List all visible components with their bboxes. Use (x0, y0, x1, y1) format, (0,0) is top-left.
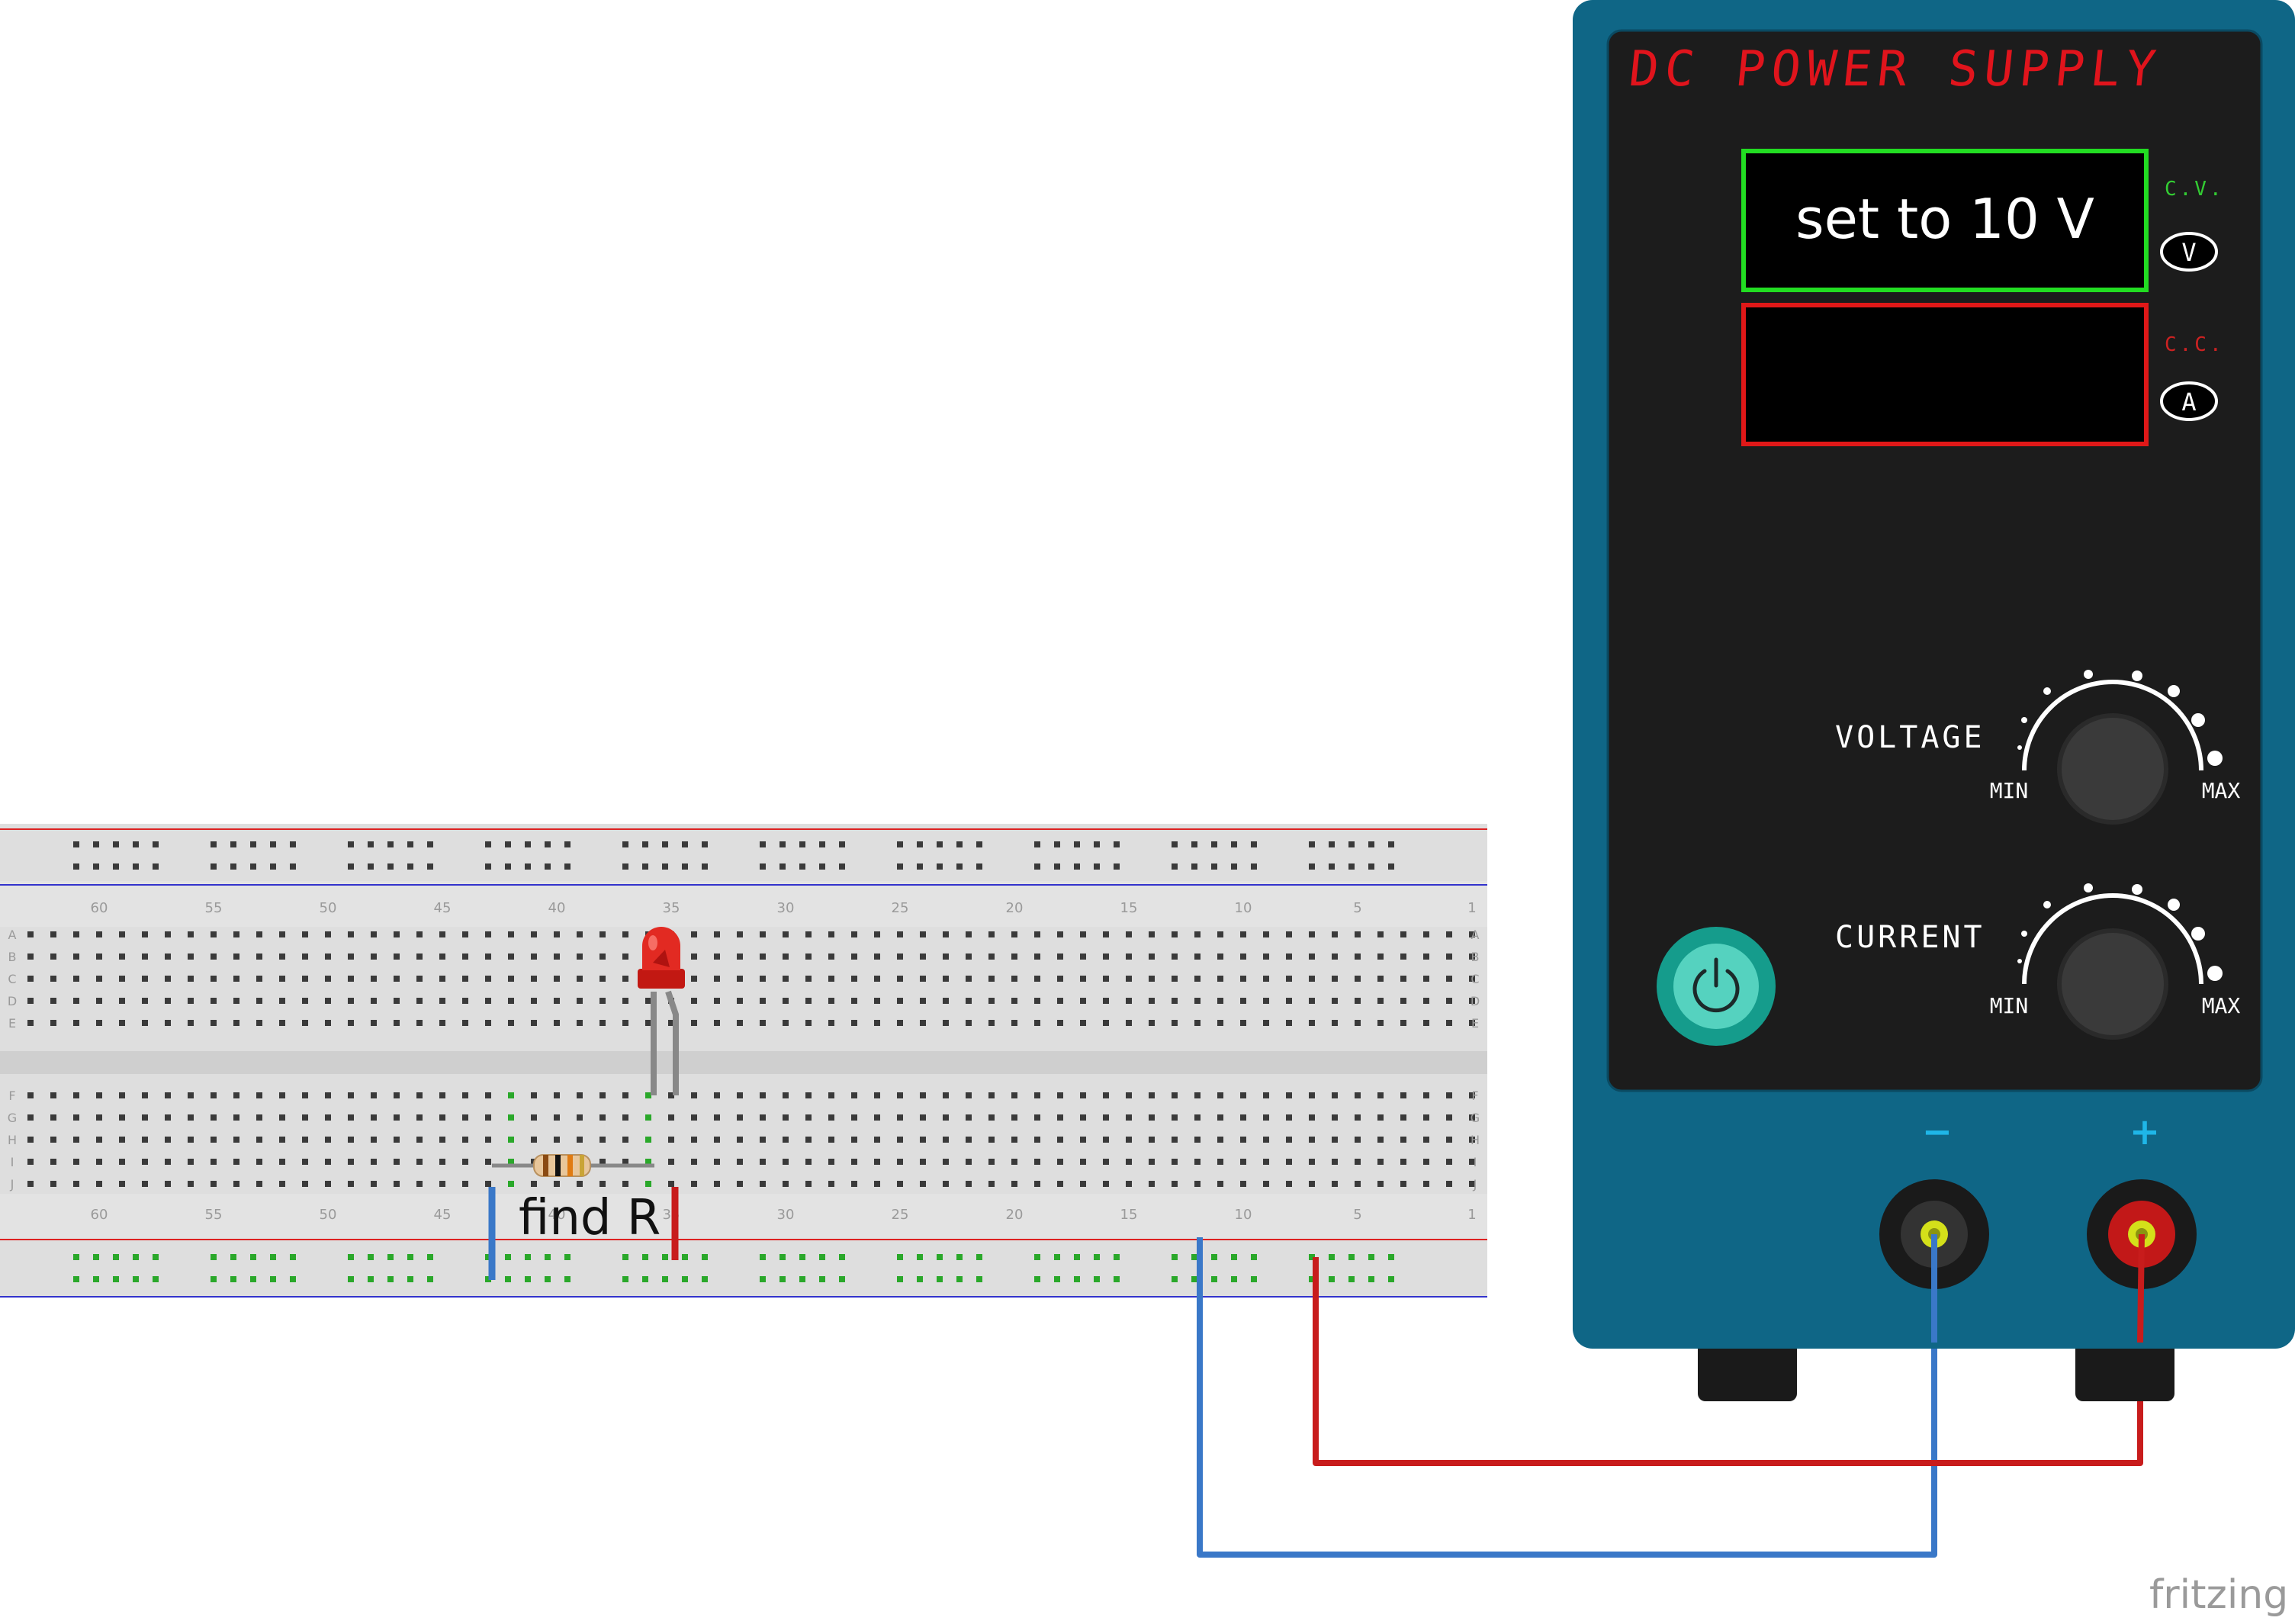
column-number: 55 (205, 900, 223, 916)
row-letter: F (8, 1089, 15, 1103)
positive-wire-terminal-segment (2137, 1233, 2145, 1343)
column-number: 25 (892, 1207, 909, 1223)
row-letter: J (10, 1177, 14, 1191)
row-letter: B (8, 950, 17, 964)
column-number: 60 (91, 900, 108, 916)
resistor-band-3 (567, 1155, 573, 1176)
row-letter: A (8, 928, 17, 942)
row-letter: J (1473, 1177, 1477, 1191)
fritzing-watermark: fritzing (2149, 1572, 2288, 1618)
led-rim (638, 969, 685, 989)
negative-terminal-label: − (1922, 1111, 1953, 1153)
v-button-label: V (2181, 238, 2196, 267)
row-letter: F (1471, 1089, 1478, 1103)
column-number: 10 (1235, 1207, 1252, 1223)
column-number: 15 (1120, 900, 1138, 916)
resistor-band-4 (580, 1155, 584, 1176)
column-number: 30 (777, 1207, 795, 1223)
row-letter: I (1474, 1155, 1477, 1169)
current-knob[interactable] (2057, 928, 2168, 1040)
resistor-band-2 (555, 1155, 561, 1176)
column-number: 50 (320, 1207, 337, 1223)
row-letter: H (8, 1133, 17, 1147)
voltage-display-text: set to 10 V (1795, 187, 2094, 251)
row-letter: E (1471, 1016, 1479, 1031)
column-number: 25 (892, 900, 909, 916)
column-number: 10 (1235, 900, 1252, 916)
column-number: 55 (205, 1207, 223, 1223)
column-number: 40 (548, 900, 566, 916)
column-number: 1 (1467, 1207, 1476, 1223)
power-button[interactable] (1657, 927, 1776, 1046)
column-number: 30 (777, 900, 795, 916)
column-number: 50 (320, 900, 337, 916)
row-letter: H (1471, 1133, 1480, 1147)
column-number: 60 (91, 1207, 108, 1223)
v-button[interactable]: V (2160, 232, 2218, 272)
positive-terminal-label: + (2129, 1111, 2160, 1153)
resistor-band-1 (543, 1155, 548, 1176)
breadboard-center-channel (0, 1051, 1487, 1074)
a-button-label: A (2181, 388, 2196, 416)
power-supply-title: DC POWER SUPPLY (1626, 40, 2165, 98)
a-button[interactable]: A (2160, 381, 2218, 421)
row-letter: D (1471, 994, 1480, 1008)
circuit-diagram: A AB BC CD DE EF FG GH HI IJ J60605555505045454040… (0, 0, 2295, 1618)
voltage-min-label: MIN (1990, 778, 2029, 803)
current-min-label: MIN (1990, 993, 2029, 1018)
row-letter: B (1471, 950, 1480, 964)
voltage-knob-label: VOLTAGE (1835, 720, 1985, 755)
column-number: 20 (1006, 1207, 1024, 1223)
voltage-knob[interactable] (2057, 713, 2168, 825)
row-letter: D (8, 994, 17, 1008)
column-number: 20 (1006, 900, 1024, 916)
row-letter: C (1471, 972, 1479, 986)
column-number: 45 (434, 900, 452, 916)
row-letter: G (1471, 1111, 1480, 1125)
breadboard-rail-gap-bottom (0, 1194, 1487, 1240)
column-number: 5 (1353, 1207, 1361, 1223)
column-number: 1 (1467, 900, 1476, 916)
row-letter: E (8, 1016, 16, 1031)
row-letter: G (8, 1111, 17, 1125)
breadboard: A AB BC CD DE EF FG GH HI IJ J60605555505045454040… (0, 824, 1487, 1298)
column-number: 5 (1353, 900, 1361, 916)
dc-power-supply: DC POWER SUPPLY set to 10 V C.V. V C.C. … (1573, 0, 2295, 1401)
cc-label: C.C. (2165, 333, 2225, 356)
column-number: 45 (434, 1207, 452, 1223)
column-number: 35 (663, 900, 680, 916)
column-number: 15 (1120, 1207, 1138, 1223)
row-letter: C (8, 972, 16, 986)
current-knob-label: CURRENT (1835, 920, 1985, 955)
breadboard-rail-gap-top (0, 881, 1487, 927)
row-letter: A (1471, 928, 1480, 942)
current-display (1741, 303, 2149, 446)
row-letter: I (11, 1155, 14, 1169)
cv-label: C.V. (2165, 178, 2225, 201)
resistor-label: find R (519, 1190, 661, 1246)
led-highlight (648, 935, 657, 950)
current-max-label: MAX (2202, 993, 2241, 1018)
voltage-max-label: MAX (2202, 778, 2241, 803)
